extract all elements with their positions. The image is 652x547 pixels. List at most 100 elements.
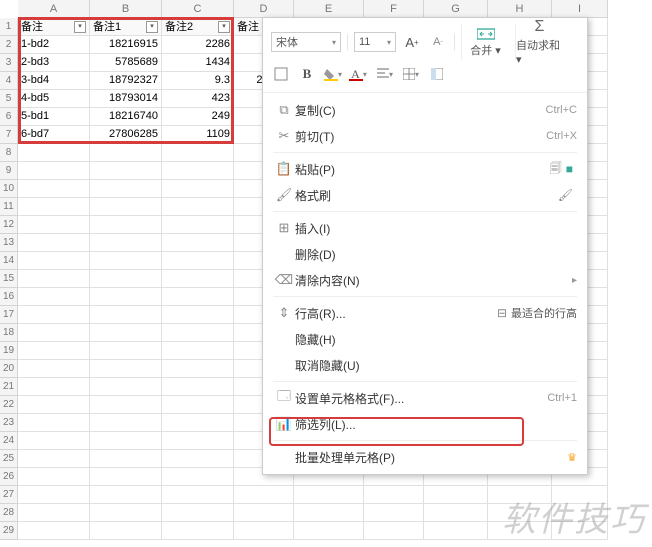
cell[interactable]: 1109 <box>162 126 234 144</box>
cell[interactable] <box>234 504 294 522</box>
cell[interactable] <box>18 396 90 414</box>
menu-cut[interactable]: ✂剪切(T)Ctrl+X <box>263 123 587 149</box>
row-header[interactable]: 22 <box>0 396 18 414</box>
cell[interactable] <box>364 486 424 504</box>
row-header[interactable]: 23 <box>0 414 18 432</box>
filter-header[interactable]: 备注2▾ <box>162 18 234 36</box>
cell[interactable] <box>90 504 162 522</box>
menu-hide[interactable]: 隐藏(H) <box>263 326 587 352</box>
row-header[interactable]: 7 <box>0 126 18 144</box>
cell[interactable] <box>90 378 162 396</box>
cell[interactable] <box>162 522 234 540</box>
cell[interactable] <box>552 522 608 540</box>
cell[interactable] <box>162 486 234 504</box>
autosum-button[interactable]: Σ 自动求和 ▾ <box>515 24 563 60</box>
cell-style-icon[interactable] <box>271 64 291 84</box>
cell[interactable] <box>90 450 162 468</box>
cell[interactable] <box>90 180 162 198</box>
row-header[interactable]: 26 <box>0 468 18 486</box>
cell[interactable] <box>18 432 90 450</box>
cell[interactable] <box>234 522 294 540</box>
cell[interactable] <box>90 252 162 270</box>
row-header[interactable]: 24 <box>0 432 18 450</box>
cell[interactable] <box>18 288 90 306</box>
decrease-font-icon[interactable]: A- <box>428 32 448 52</box>
row-header[interactable]: 27 <box>0 486 18 504</box>
font-color-button[interactable]: A▾ <box>349 64 369 84</box>
col-header-F[interactable]: F <box>364 0 424 18</box>
cell[interactable] <box>18 252 90 270</box>
cell[interactable] <box>18 324 90 342</box>
cell[interactable] <box>90 414 162 432</box>
cell[interactable] <box>90 144 162 162</box>
cell[interactable] <box>162 396 234 414</box>
cell[interactable] <box>90 216 162 234</box>
cell[interactable] <box>90 468 162 486</box>
font-family-dropdown[interactable]: 宋体▾ <box>271 32 341 52</box>
cell[interactable] <box>18 522 90 540</box>
cell[interactable] <box>18 144 90 162</box>
increase-font-icon[interactable]: A+ <box>402 32 422 52</box>
cell[interactable] <box>234 486 294 504</box>
filter-header[interactable]: 备注▾ <box>18 18 90 36</box>
row-header[interactable]: 14 <box>0 252 18 270</box>
menu-format-painter[interactable]: 🖌格式刷🖌 <box>263 182 587 208</box>
fill-color-button[interactable]: ▾ <box>323 64 343 84</box>
cell[interactable] <box>162 198 234 216</box>
paste-values-icon[interactable]: ■ <box>566 162 573 176</box>
menu-unhide[interactable]: 取消隐藏(U) <box>263 352 587 378</box>
cell[interactable] <box>162 162 234 180</box>
merge-button[interactable]: 合并 ▾ <box>461 24 509 60</box>
cell[interactable] <box>364 504 424 522</box>
cell[interactable] <box>162 270 234 288</box>
menu-insert[interactable]: ⊞插入(I) <box>263 215 587 241</box>
cell[interactable]: 1434 <box>162 54 234 72</box>
cell[interactable] <box>294 522 364 540</box>
cell[interactable] <box>18 342 90 360</box>
cell[interactable]: 5785689 <box>90 54 162 72</box>
row-header[interactable]: 3 <box>0 54 18 72</box>
cell[interactable] <box>162 324 234 342</box>
row-header[interactable]: 6 <box>0 108 18 126</box>
cell[interactable] <box>18 162 90 180</box>
menu-format-cells[interactable]: 🗔设置单元格格式(F)...Ctrl+1 <box>263 385 587 411</box>
row-header[interactable]: 8 <box>0 144 18 162</box>
row-header[interactable]: 19 <box>0 342 18 360</box>
col-header-E[interactable]: E <box>294 0 364 18</box>
menu-filter[interactable]: 📊筛选列(L)... <box>263 411 587 437</box>
cell[interactable] <box>18 504 90 522</box>
font-size-dropdown[interactable]: 11▾ <box>354 32 396 52</box>
cell[interactable] <box>90 324 162 342</box>
cell[interactable] <box>90 432 162 450</box>
cell[interactable] <box>90 162 162 180</box>
cell[interactable] <box>488 522 552 540</box>
cell[interactable] <box>552 504 608 522</box>
col-header-G[interactable]: G <box>424 0 488 18</box>
col-header-I[interactable]: I <box>552 0 608 18</box>
row-header[interactable]: 13 <box>0 234 18 252</box>
cell[interactable] <box>162 180 234 198</box>
cell[interactable]: 5-bd1 <box>18 108 90 126</box>
cell[interactable] <box>18 486 90 504</box>
align-button[interactable]: ▾ <box>375 64 395 84</box>
cell[interactable] <box>18 306 90 324</box>
cell[interactable]: 3-bd4 <box>18 72 90 90</box>
cell[interactable] <box>488 486 552 504</box>
cell[interactable]: 4-bd5 <box>18 90 90 108</box>
row-header[interactable]: 29 <box>0 522 18 540</box>
row-header[interactable]: 20 <box>0 360 18 378</box>
row-header[interactable]: 2 <box>0 36 18 54</box>
cell[interactable]: 18793014 <box>90 90 162 108</box>
cell[interactable]: 9.3 <box>162 72 234 90</box>
col-header-D[interactable]: D <box>234 0 294 18</box>
filter-dropdown-icon[interactable]: ▾ <box>74 21 86 33</box>
cell[interactable] <box>162 378 234 396</box>
cell[interactable]: 2286 <box>162 36 234 54</box>
cell[interactable]: 249 <box>162 108 234 126</box>
row-header[interactable]: 5 <box>0 90 18 108</box>
cell[interactable] <box>162 288 234 306</box>
col-header-C[interactable]: C <box>162 0 234 18</box>
cell[interactable] <box>18 378 90 396</box>
cell[interactable] <box>294 504 364 522</box>
cell[interactable] <box>18 360 90 378</box>
